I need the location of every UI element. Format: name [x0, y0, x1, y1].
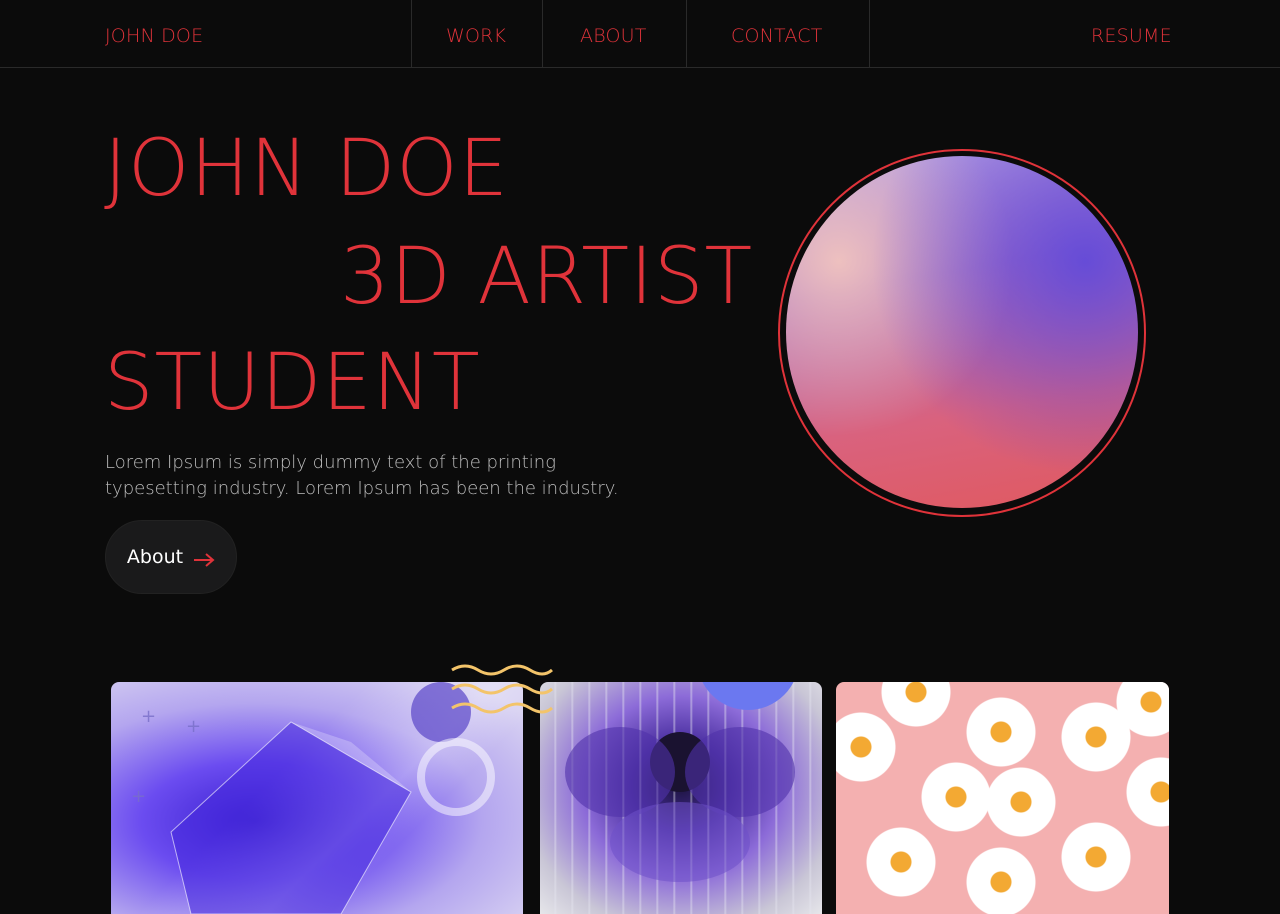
nav-divider — [869, 0, 870, 67]
nav-link-about[interactable]: ABOUT — [580, 0, 647, 67]
daisy — [836, 712, 896, 782]
gallery-card-crystal[interactable]: + + + — [111, 682, 523, 914]
portfolio-page: JOHN DOE WORK ABOUT CONTACT RESUME JOHN … — [0, 0, 1280, 914]
hero-title-role: 3D ARTIST — [340, 232, 754, 322]
nav-divider — [411, 0, 412, 67]
daisy — [966, 847, 1036, 914]
hero-title-name: JOHN DOE — [104, 124, 509, 214]
about-button[interactable]: About — [105, 520, 237, 594]
nav-link-work[interactable]: WORK — [446, 0, 506, 67]
nav-link-resume[interactable]: RESUME — [1091, 0, 1172, 67]
logo-link[interactable]: JOHN DOE — [105, 0, 203, 67]
wave-icon — [451, 664, 553, 714]
arrow-right-icon — [193, 550, 215, 567]
nav-divider — [686, 0, 687, 67]
daisy — [921, 762, 991, 832]
svg-text:+: + — [141, 706, 156, 727]
hero-description: Lorem Ipsum is simply dummy text of the … — [105, 452, 619, 499]
gradient-orb-image — [786, 156, 1138, 508]
daisy — [986, 767, 1056, 837]
gallery-card-flower[interactable] — [540, 682, 822, 914]
gallery-card-daisies[interactable] — [836, 682, 1169, 914]
top-nav: JOHN DOE WORK ABOUT CONTACT RESUME — [0, 0, 1280, 68]
daisy — [1061, 822, 1131, 892]
daisy — [1126, 757, 1169, 827]
hero-title-status: STUDENT — [104, 338, 481, 428]
svg-text:+: + — [186, 716, 201, 737]
daisy — [966, 697, 1036, 767]
nav-link-contact[interactable]: CONTACT — [731, 0, 823, 67]
daisy — [881, 682, 951, 727]
daisy — [866, 827, 936, 897]
about-button-label: About — [126, 546, 184, 568]
svg-text:+: + — [131, 786, 146, 807]
flower-artwork — [565, 727, 795, 882]
nav-divider — [542, 0, 543, 67]
crystal-artwork: + + + — [131, 682, 495, 914]
